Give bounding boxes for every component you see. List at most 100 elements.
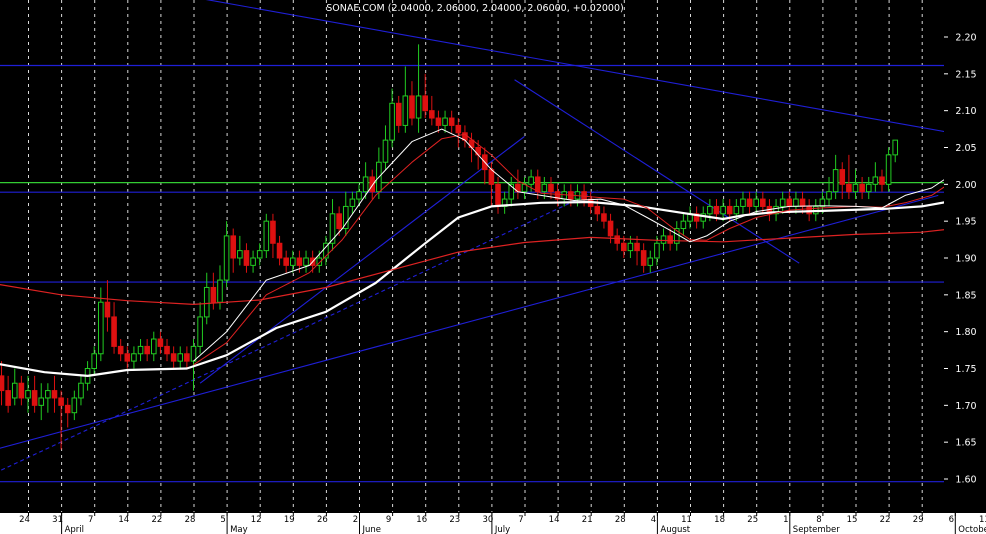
x-tick-label: 12 — [251, 515, 262, 525]
x-tick-label: 29 — [913, 515, 924, 525]
candle-body — [283, 257, 289, 266]
candle-body — [243, 250, 250, 266]
candle-body — [488, 169, 495, 185]
candle-body — [846, 183, 852, 193]
candle-body — [793, 198, 799, 207]
chart-title: SONAE.COM (2.04000, 2.06000, 2.04000, 2.… — [326, 3, 623, 14]
candle-body — [237, 250, 243, 259]
candle-body — [38, 397, 45, 406]
candle-body — [607, 220, 614, 237]
candle-body — [71, 397, 78, 414]
candle-body — [852, 183, 859, 193]
candle-body — [799, 198, 806, 207]
candle-body — [495, 183, 501, 207]
candle-body — [131, 353, 137, 362]
x-tick-label: 23 — [449, 515, 460, 525]
candle-body — [25, 390, 31, 399]
month-label: April — [65, 525, 84, 534]
chart-background — [0, 0, 986, 534]
candle-body — [647, 257, 654, 266]
candle-body — [31, 390, 38, 406]
x-tick-label: 19 — [284, 515, 295, 525]
x-tick-label: 4 — [651, 515, 656, 525]
candle-body — [137, 345, 144, 355]
candle-body — [303, 257, 309, 266]
candle-body — [786, 198, 793, 207]
candle-body — [256, 250, 263, 259]
candlestick-chart: 2.20 2.15 2.10 2.05 2.00 1.95 1.90 1.85 1.80 1.75… — [0, 0, 986, 534]
candle-body — [409, 95, 415, 119]
candle-body — [435, 117, 442, 126]
candle-body — [726, 205, 733, 215]
candle-body — [733, 205, 740, 215]
candle-body — [548, 183, 554, 193]
x-tick-label: 26 — [317, 515, 328, 525]
candle-body — [349, 198, 356, 207]
y-tick-label: 2.10 — [955, 106, 976, 117]
y-tick-label: 1.65 — [955, 438, 976, 449]
x-tick-label: 28 — [185, 515, 196, 525]
candle-body — [164, 345, 170, 355]
candle-body — [98, 301, 104, 355]
y-tick-label: 2.00 — [955, 180, 976, 191]
candle-body — [455, 124, 462, 134]
candle-body — [369, 176, 376, 193]
x-tick-label: 28 — [615, 515, 626, 525]
candle-body — [124, 353, 131, 362]
candle-body — [826, 191, 832, 200]
candle-body — [356, 191, 362, 200]
candle-body — [581, 191, 587, 200]
x-tick-label: 24 — [19, 515, 30, 525]
candle-body — [806, 205, 812, 215]
candle-body — [270, 220, 276, 244]
x-tick-label: 14 — [118, 515, 129, 525]
y-tick-label: 1.75 — [955, 364, 976, 375]
candle-body — [210, 286, 217, 303]
candle-body — [389, 102, 395, 141]
x-tick-label: 2 — [353, 515, 358, 525]
candle-body — [442, 117, 448, 126]
candle-body — [5, 390, 11, 406]
x-tick-label: 11 — [681, 515, 692, 525]
candle-body — [448, 117, 455, 126]
candle-body — [223, 235, 230, 281]
candle-body — [720, 205, 726, 215]
candle-body — [45, 390, 51, 399]
candle-body — [415, 95, 422, 119]
candle-body — [157, 338, 164, 347]
candle-body — [144, 345, 150, 355]
y-tick-label: 2.15 — [955, 69, 976, 80]
candle-body — [18, 382, 25, 399]
candle-body — [197, 316, 203, 347]
x-tick-label: 5 — [220, 515, 225, 525]
candle-body — [753, 198, 760, 207]
candle-body — [217, 279, 223, 303]
month-label: August — [660, 525, 690, 534]
y-tick-label: 1.60 — [955, 475, 976, 486]
y-tick-label: 1.95 — [955, 217, 976, 228]
month-label: May — [230, 525, 248, 534]
candle-body — [117, 345, 124, 355]
candle-body — [296, 257, 303, 266]
candle-body — [402, 95, 409, 126]
candle-body — [621, 242, 627, 252]
y-axis: 2.20 2.15 2.10 2.05 2.00 1.95 1.90 1.85 1.80 1.75… — [944, 0, 986, 534]
candle-body — [561, 191, 568, 200]
candle-body — [627, 242, 634, 252]
candle-body — [150, 338, 157, 355]
x-tick-label: 21 — [582, 515, 593, 525]
candle-body — [713, 205, 720, 215]
x-tick-label: 8 — [816, 515, 821, 525]
candle-body — [190, 345, 197, 362]
candle-body — [362, 176, 369, 193]
candle-body — [422, 95, 428, 112]
candle-body — [51, 390, 58, 399]
candle-body — [203, 286, 210, 318]
candle-body — [601, 213, 607, 222]
x-tick-label: 13 — [979, 515, 986, 525]
candle-body — [859, 183, 865, 193]
candle-body — [885, 154, 892, 185]
candle-body — [230, 235, 237, 259]
candle-body — [746, 198, 753, 207]
month-label: October — [958, 525, 986, 534]
